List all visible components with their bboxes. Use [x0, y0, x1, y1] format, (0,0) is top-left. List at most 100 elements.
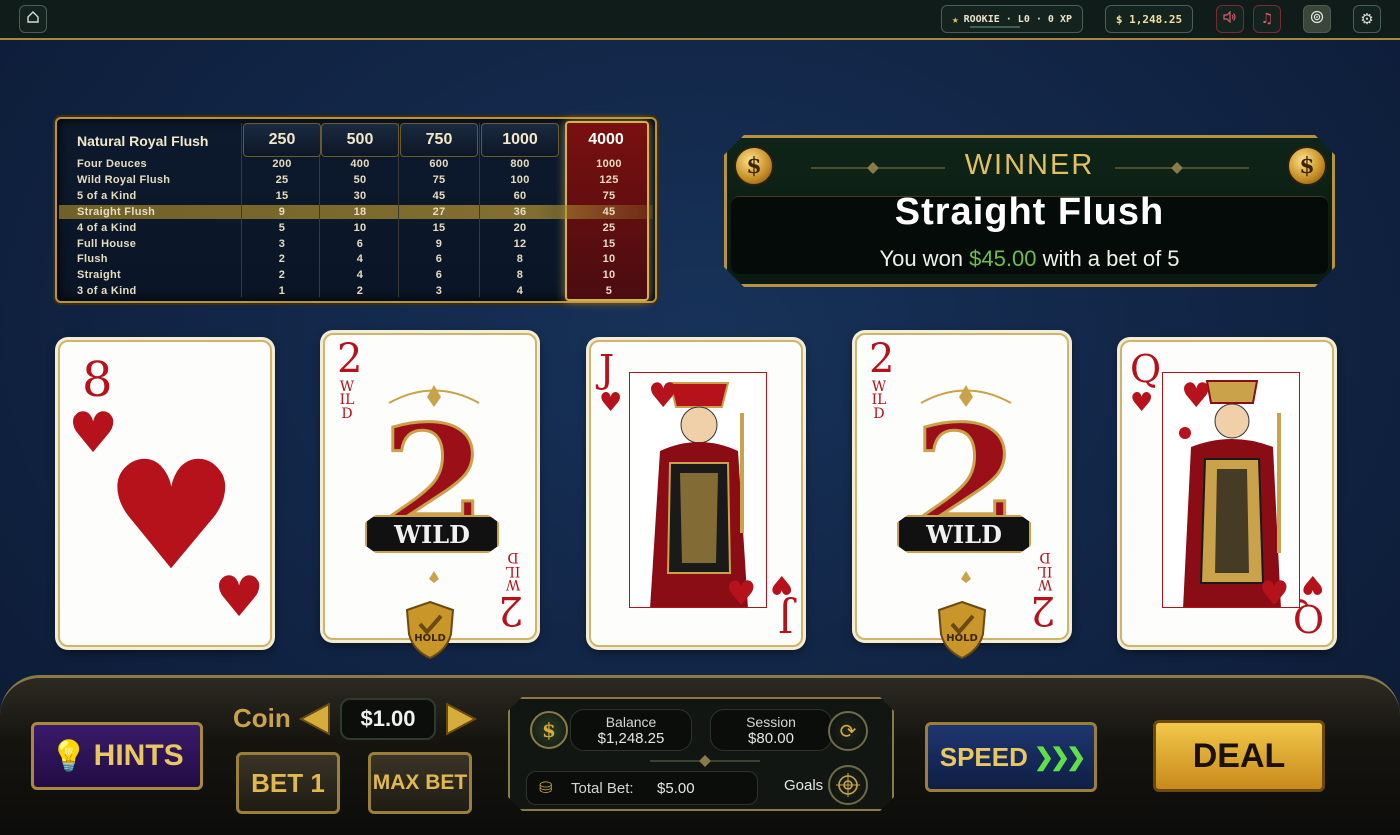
session-box: Session $80.00: [710, 709, 832, 751]
wild-side-text: WILD: [871, 379, 887, 422]
card-2[interactable]: 2 WILD 2 WILD 2 WILD: [323, 333, 537, 640]
settings-button[interactable]: ⚙: [1353, 5, 1381, 33]
paytable-payout: 8: [516, 269, 524, 282]
paytable-payout: 2: [278, 253, 286, 266]
hold-label: HOLD: [414, 633, 446, 644]
goals-target-button[interactable]: [1303, 5, 1331, 33]
hold-badge-card-4[interactable]: HOLD: [937, 600, 987, 660]
coin-decrease-button[interactable]: [298, 702, 331, 736]
paytable-payout: 25: [602, 221, 616, 234]
paytable-payout: 9: [435, 237, 443, 250]
paytable-payout: 3: [278, 237, 286, 250]
wild-banner: WILD: [897, 515, 1031, 553]
paytable-payout: 27: [432, 205, 446, 218]
paytable-payout: 6: [356, 237, 364, 250]
paytable-payout: 6: [435, 269, 443, 282]
paytable-hand-name: Straight: [77, 269, 121, 282]
svg-text:♥: ♥: [726, 574, 756, 608]
paytable-payout: 20: [513, 221, 527, 234]
card-3[interactable]: J ♥ ♥ ♥ ♥ J: [589, 340, 803, 647]
paytable-hand-name: Wild Royal Flush: [77, 173, 171, 186]
paytable-payout: 200: [272, 158, 292, 170]
paytable-payout: 5: [605, 285, 613, 298]
paytable-col-5[interactable]: 4000: [567, 123, 645, 157]
paytable-payout: 10: [353, 221, 367, 234]
paytable-payout: 36: [513, 205, 527, 218]
winner-panel: $ $ WINNER Straight Flush You won $45.00…: [724, 135, 1335, 287]
total-bet-box: ⛁ Total Bet: $5.00: [526, 771, 758, 805]
paytable-row: Wild Royal Flush 25 50 75 100 125: [57, 173, 655, 189]
balance-box: Balance $1,248.25: [570, 709, 692, 751]
svg-text:♥: ♥: [1259, 574, 1289, 608]
sound-button[interactable]: [1216, 5, 1244, 33]
card-rank: J: [599, 347, 615, 391]
card-4[interactable]: 2 WILD 2 WILD 2 WILD: [855, 333, 1069, 640]
coin-value-display: $1.00: [340, 698, 436, 740]
heart-suit-icon: ♥: [1130, 388, 1154, 418]
card-rank: 2: [869, 336, 895, 382]
wild-banner: WILD: [365, 515, 499, 553]
win-message-suffix: with a bet of 5: [1036, 246, 1180, 271]
paytable-payout: 800: [510, 158, 530, 170]
level-chip[interactable]: ★ ROOKIE · L0 · 0 XP: [941, 5, 1083, 33]
paytable-col-4[interactable]: 1000: [481, 123, 559, 157]
paytable-payout: 8: [516, 253, 524, 266]
speed-button[interactable]: SPEED ❯❯❯: [925, 722, 1097, 792]
max-bet-button[interactable]: MAX BET: [368, 752, 472, 814]
paytable-row: 3 of a Kind 1 2 3 4 5: [57, 284, 655, 300]
session-reset-button[interactable]: ⟳: [828, 711, 868, 751]
paytable-payout: 75: [432, 173, 446, 186]
paytable-row: Full House 3 6 9 12 15: [57, 237, 655, 253]
home-button[interactable]: [19, 5, 47, 33]
card-5[interactable]: Q ♥ ♥ ♥ ♥ Q: [1120, 340, 1334, 647]
paytable-col-3[interactable]: 750: [400, 123, 478, 157]
gear-icon: ⚙: [1360, 10, 1374, 28]
refresh-icon: ⟳: [839, 719, 857, 743]
win-message: You won $45.00 with a bet of 5: [727, 246, 1332, 272]
paytable-row: Four Deuces 200 400 600 800 1000: [57, 157, 655, 173]
paytable-header-label: Natural Royal Flush: [77, 133, 209, 149]
paytable-payout: 9: [278, 205, 286, 218]
paytable-hand-name: Full House: [77, 237, 137, 250]
paytable-payout: 60: [513, 189, 527, 202]
stats-panel: $ Balance $1,248.25 Session $80.00 ⟳ ⛁ T…: [508, 697, 894, 811]
card-1[interactable]: 8 ♥ ♥ ♥: [58, 340, 272, 647]
music-button[interactable]: ♫: [1253, 5, 1281, 33]
paytable-payout: 12: [513, 237, 527, 250]
deal-label: DEAL: [1192, 736, 1286, 775]
heart-suit-icon: ♥: [599, 388, 623, 418]
paytable-payout: 100: [510, 173, 530, 186]
balance-label: Balance: [605, 714, 657, 730]
hints-button[interactable]: 💡 HINTS: [31, 722, 203, 790]
paytable-col-1[interactable]: 250: [243, 123, 321, 157]
queen-portrait: ♥ ♥: [1162, 372, 1300, 608]
target-icon: [1310, 10, 1324, 28]
card-rank-bottom: 2: [497, 587, 523, 633]
paytable-payout: 15: [602, 237, 616, 250]
level-text: ROOKIE · L0 · 0 XP: [963, 13, 1072, 25]
paytable-payout: 45: [432, 189, 446, 202]
paytable-payout: 15: [275, 189, 289, 202]
paytable-payout: 4: [356, 253, 364, 266]
paytable-col-2[interactable]: 500: [321, 123, 399, 157]
arrow-left-icon: [298, 702, 330, 736]
wild-emblem: 2: [380, 385, 488, 583]
hold-shield-icon: [405, 600, 455, 660]
card-rank-bottom: 2: [1029, 587, 1055, 633]
paytable-payout: 6: [435, 253, 443, 266]
coin-increase-button[interactable]: [445, 702, 478, 736]
hold-badge-card-2[interactable]: HOLD: [405, 600, 455, 660]
paytable-payout: 15: [432, 221, 446, 234]
goals-button[interactable]: [828, 765, 868, 805]
music-icon: ♫: [1260, 11, 1274, 27]
paytable-payout: 5: [278, 221, 286, 234]
total-bet-value: $5.00: [657, 780, 695, 797]
wild-side-text: WILD: [1037, 549, 1053, 592]
paytable-payout: 50: [353, 173, 367, 186]
deal-button[interactable]: DEAL: [1153, 720, 1325, 792]
paytable-hand-name: 4 of a Kind: [77, 221, 137, 234]
paytable-payout: 125: [599, 173, 619, 186]
bet-one-button[interactable]: BET 1: [236, 752, 340, 814]
win-message-prefix: You won: [879, 246, 970, 271]
winning-hand-name: Straight Flush: [894, 191, 1165, 233]
